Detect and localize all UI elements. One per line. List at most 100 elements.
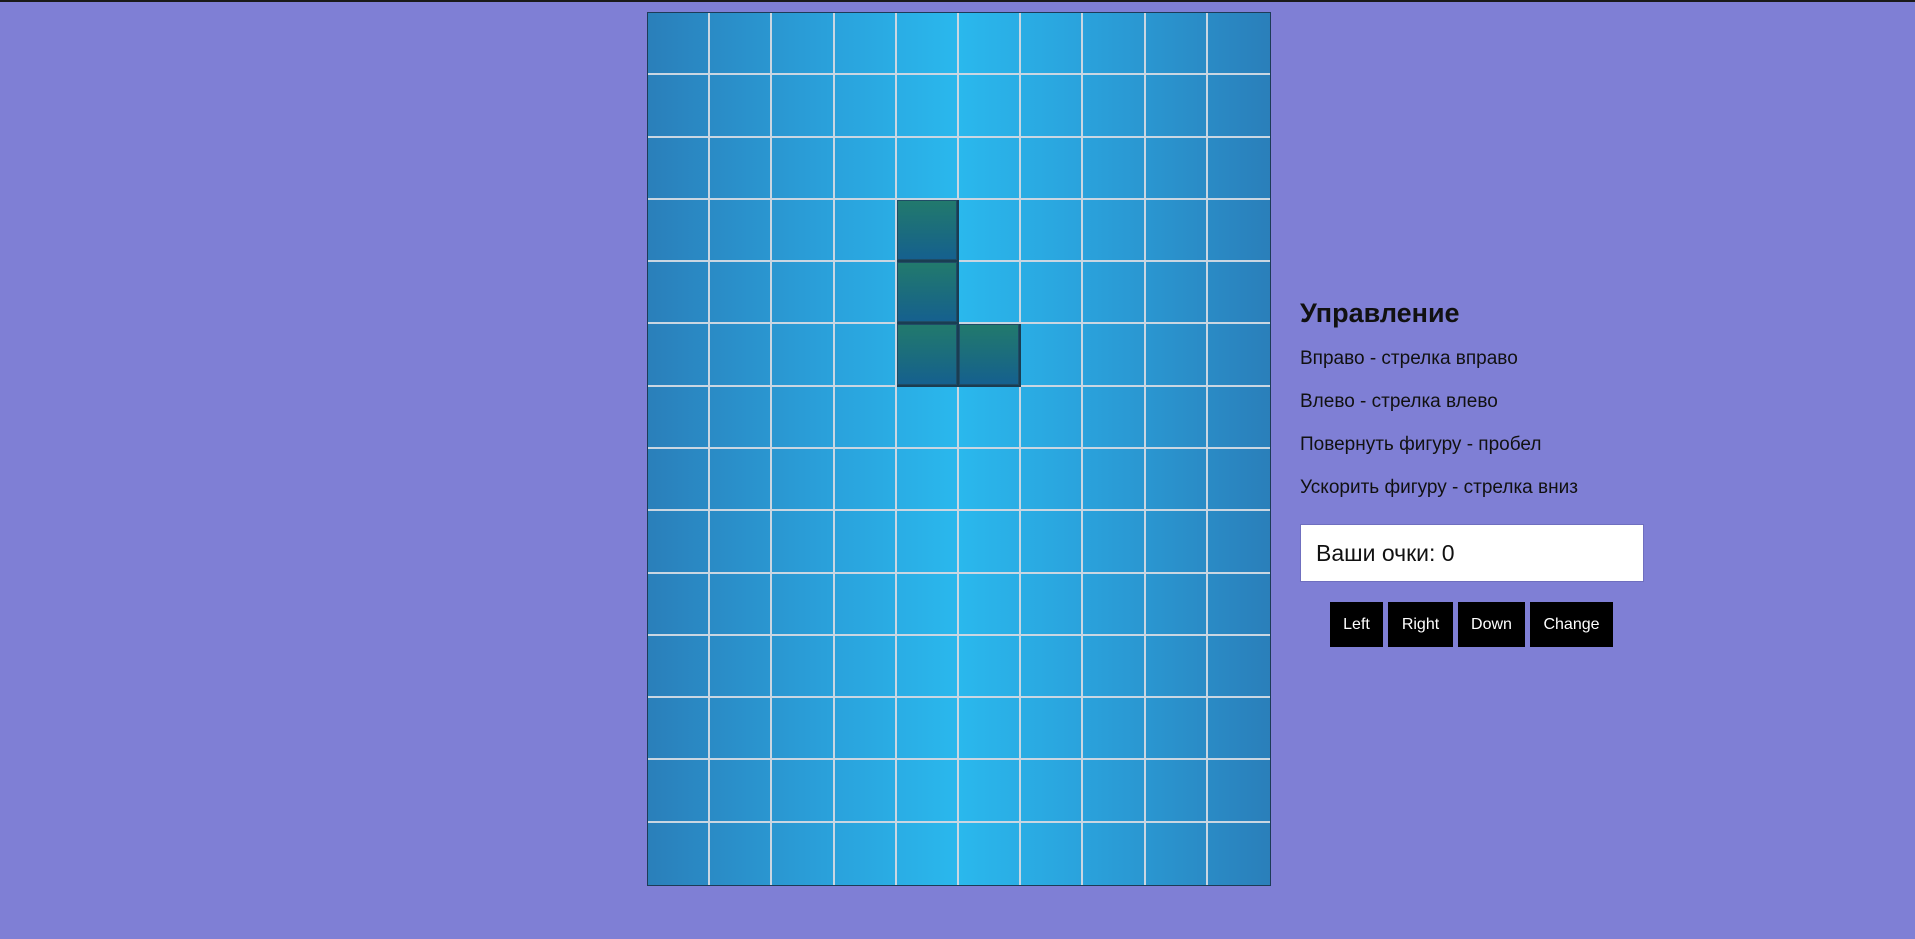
down-button[interactable]: Down <box>1458 602 1525 647</box>
board-cell <box>710 199 773 263</box>
board-cell <box>772 511 835 574</box>
board-cell <box>1145 262 1208 325</box>
board-cell <box>648 137 711 200</box>
board-cell <box>1083 75 1146 138</box>
board-cell <box>772 822 835 885</box>
board-cell <box>710 137 773 200</box>
board-cell <box>648 635 711 699</box>
board-cell <box>1207 698 1270 761</box>
control-line-right: Вправо - стрелка вправо <box>1300 348 1518 369</box>
board-cell <box>1083 573 1146 636</box>
board-cell <box>648 199 711 263</box>
board-cell <box>834 635 897 699</box>
board-cell <box>1207 138 1270 200</box>
board-cell <box>1021 137 1084 200</box>
board-cell <box>1207 75 1270 138</box>
board-cell <box>896 13 959 76</box>
board-cell <box>959 448 1022 512</box>
board-cell <box>1207 574 1270 636</box>
board-cell <box>1208 823 1270 885</box>
board-cell <box>1145 760 1208 823</box>
board-cell <box>834 573 897 636</box>
board-cell <box>1145 386 1208 449</box>
board-cell <box>959 511 1022 574</box>
board-cell <box>834 262 897 325</box>
board-cell <box>1083 13 1146 76</box>
board-cell <box>1021 760 1084 823</box>
board-cell <box>959 13 1022 76</box>
board-cell <box>1145 75 1208 138</box>
board-cell <box>1207 262 1270 325</box>
board-cell <box>772 324 835 387</box>
board-cell <box>834 13 897 76</box>
board-cell <box>1145 511 1208 574</box>
board-cell <box>834 386 897 449</box>
board-cell <box>648 448 711 512</box>
board-cell <box>896 698 959 761</box>
board-cell <box>648 262 711 325</box>
board-cell <box>834 448 897 512</box>
board-cell <box>896 511 959 574</box>
board-cell <box>834 698 897 761</box>
board-cell <box>1207 324 1270 387</box>
controls-title: Управление <box>1300 298 1460 328</box>
board-cell <box>648 75 711 138</box>
board-cell <box>648 13 711 76</box>
board-cell <box>1083 760 1146 823</box>
board-cell <box>1021 511 1084 574</box>
board-cell <box>896 137 959 200</box>
control-line-speed: Ускорить фигуру - стрелка вниз <box>1300 477 1578 498</box>
board-cell <box>959 199 1022 263</box>
right-button[interactable]: Right <box>1388 602 1453 647</box>
board-cell <box>896 75 959 138</box>
board-cell <box>1083 511 1146 574</box>
board-cell <box>772 75 835 138</box>
board-cell <box>897 822 959 885</box>
board-cell <box>772 698 835 761</box>
board-cell <box>1083 635 1146 699</box>
piece-block <box>896 199 959 263</box>
board-cell <box>834 137 897 200</box>
board-cell <box>1021 75 1084 138</box>
board-cell <box>648 822 711 885</box>
board-cell <box>772 635 835 699</box>
board-cell <box>896 573 959 636</box>
left-button[interactable]: Left <box>1330 602 1383 647</box>
control-line-left: Влево - стрелка влево <box>1300 391 1498 412</box>
piece-block <box>959 324 1022 387</box>
board-cell <box>1145 698 1208 761</box>
board-cell <box>772 386 835 449</box>
board-cell <box>959 573 1022 636</box>
board-cell <box>1145 448 1208 512</box>
board-cell <box>1083 199 1146 263</box>
board-cell <box>1145 199 1208 263</box>
board-cell <box>1021 573 1084 636</box>
control-line-rotate: Повернуть фигуру - пробел <box>1300 434 1542 455</box>
button-row: Left Right Down Change <box>1330 602 1644 647</box>
board-cell <box>896 760 959 823</box>
board-cell <box>710 573 773 636</box>
board-cell <box>772 199 835 263</box>
board-cell <box>1207 760 1270 823</box>
board-cell <box>1021 324 1084 387</box>
board-cell <box>772 262 835 325</box>
board-cell <box>959 635 1022 699</box>
board-cell <box>1207 200 1270 263</box>
board-cell <box>959 822 1022 885</box>
board-cell <box>1207 636 1270 699</box>
board-cell <box>835 822 897 885</box>
board-cell <box>648 386 711 449</box>
top-rule <box>0 0 1915 2</box>
board-cell <box>1083 822 1146 885</box>
change-button[interactable]: Change <box>1530 602 1613 647</box>
board-cell <box>772 448 835 512</box>
board-cell <box>1083 262 1146 325</box>
board-cell <box>834 75 897 138</box>
board-cell <box>1145 13 1208 76</box>
board-cell <box>1083 698 1146 761</box>
board-cell <box>772 760 835 823</box>
board-cell <box>1021 698 1084 761</box>
board-cell <box>1021 13 1084 76</box>
board-cell <box>1145 635 1208 699</box>
board-cell <box>959 262 1022 325</box>
